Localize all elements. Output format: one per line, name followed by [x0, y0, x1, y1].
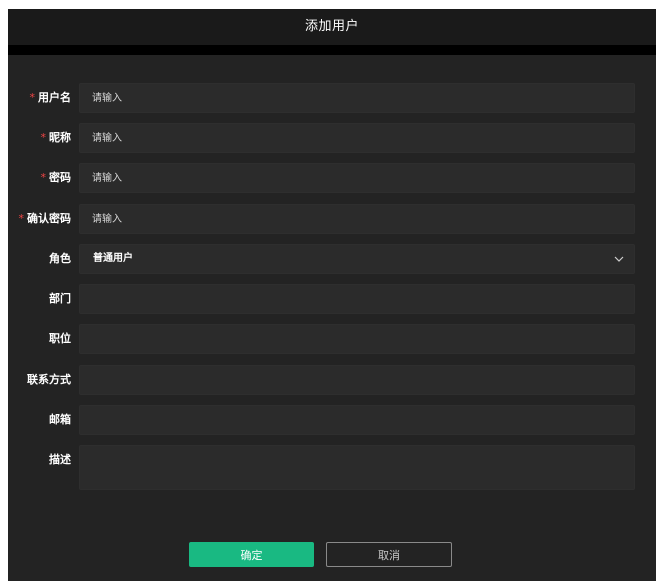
confirm-password-row: * 确认密码 — [8, 204, 656, 234]
contact-input[interactable] — [79, 365, 635, 395]
role-row: 角色 普通用户 — [8, 244, 656, 274]
username-label: * 用户名 — [30, 83, 72, 113]
nickname-input[interactable] — [79, 123, 635, 153]
password-input[interactable] — [79, 163, 635, 193]
email-input[interactable] — [79, 405, 635, 435]
chevron-down-icon — [614, 256, 624, 262]
required-mark: * — [40, 171, 47, 184]
username-row: * 用户名 — [8, 83, 656, 113]
add-user-dialog: 添加用户 *用户名 *昵称 *密码 *确认密码 角色 普通用户 部门 — [8, 9, 656, 581]
email-row: 邮箱 — [8, 405, 656, 435]
position-input[interactable] — [79, 324, 635, 354]
nickname-label-text: 昵称 — [49, 131, 71, 144]
description-row: 描述 — [8, 445, 656, 490]
password-label-text: 密码 — [49, 171, 71, 184]
role-label: 角色 — [49, 252, 71, 265]
description-textarea[interactable] — [79, 445, 635, 490]
nickname-row: * 昵称 — [8, 123, 656, 153]
position-label: 职位 — [49, 332, 71, 345]
password-label: * 密码 — [41, 163, 72, 193]
role-selected-value: 普通用户 — [93, 253, 133, 264]
contact-row: 联系方式 — [8, 365, 656, 395]
confirm-button[interactable]: 确定 — [189, 542, 314, 567]
required-mark: * — [18, 212, 25, 225]
required-mark: * — [29, 91, 36, 104]
required-mark: * — [40, 131, 47, 144]
confirm-password-label-text: 确认密码 — [27, 212, 71, 225]
username-input[interactable] — [79, 83, 635, 113]
contact-label: 联系方式 — [27, 373, 71, 386]
confirm-password-label: * 确认密码 — [19, 204, 72, 234]
confirm-password-input[interactable] — [79, 204, 635, 234]
role-select[interactable]: 普通用户 — [79, 244, 635, 274]
department-row: 部门 — [8, 284, 656, 314]
dialog-header: 添加用户 — [8, 9, 656, 45]
description-label: 描述 — [49, 453, 71, 466]
header-divider — [8, 45, 656, 55]
department-input[interactable] — [79, 284, 635, 314]
position-row: 职位 — [8, 324, 656, 354]
email-label: 邮箱 — [49, 413, 71, 426]
dialog-title: 添加用户 — [304, 19, 359, 34]
password-row: * 密码 — [8, 163, 656, 193]
cancel-button[interactable]: 取消 — [326, 542, 452, 567]
username-label-text: 用户名 — [38, 91, 71, 104]
nickname-label: * 昵称 — [41, 123, 72, 153]
department-label: 部门 — [49, 292, 71, 305]
